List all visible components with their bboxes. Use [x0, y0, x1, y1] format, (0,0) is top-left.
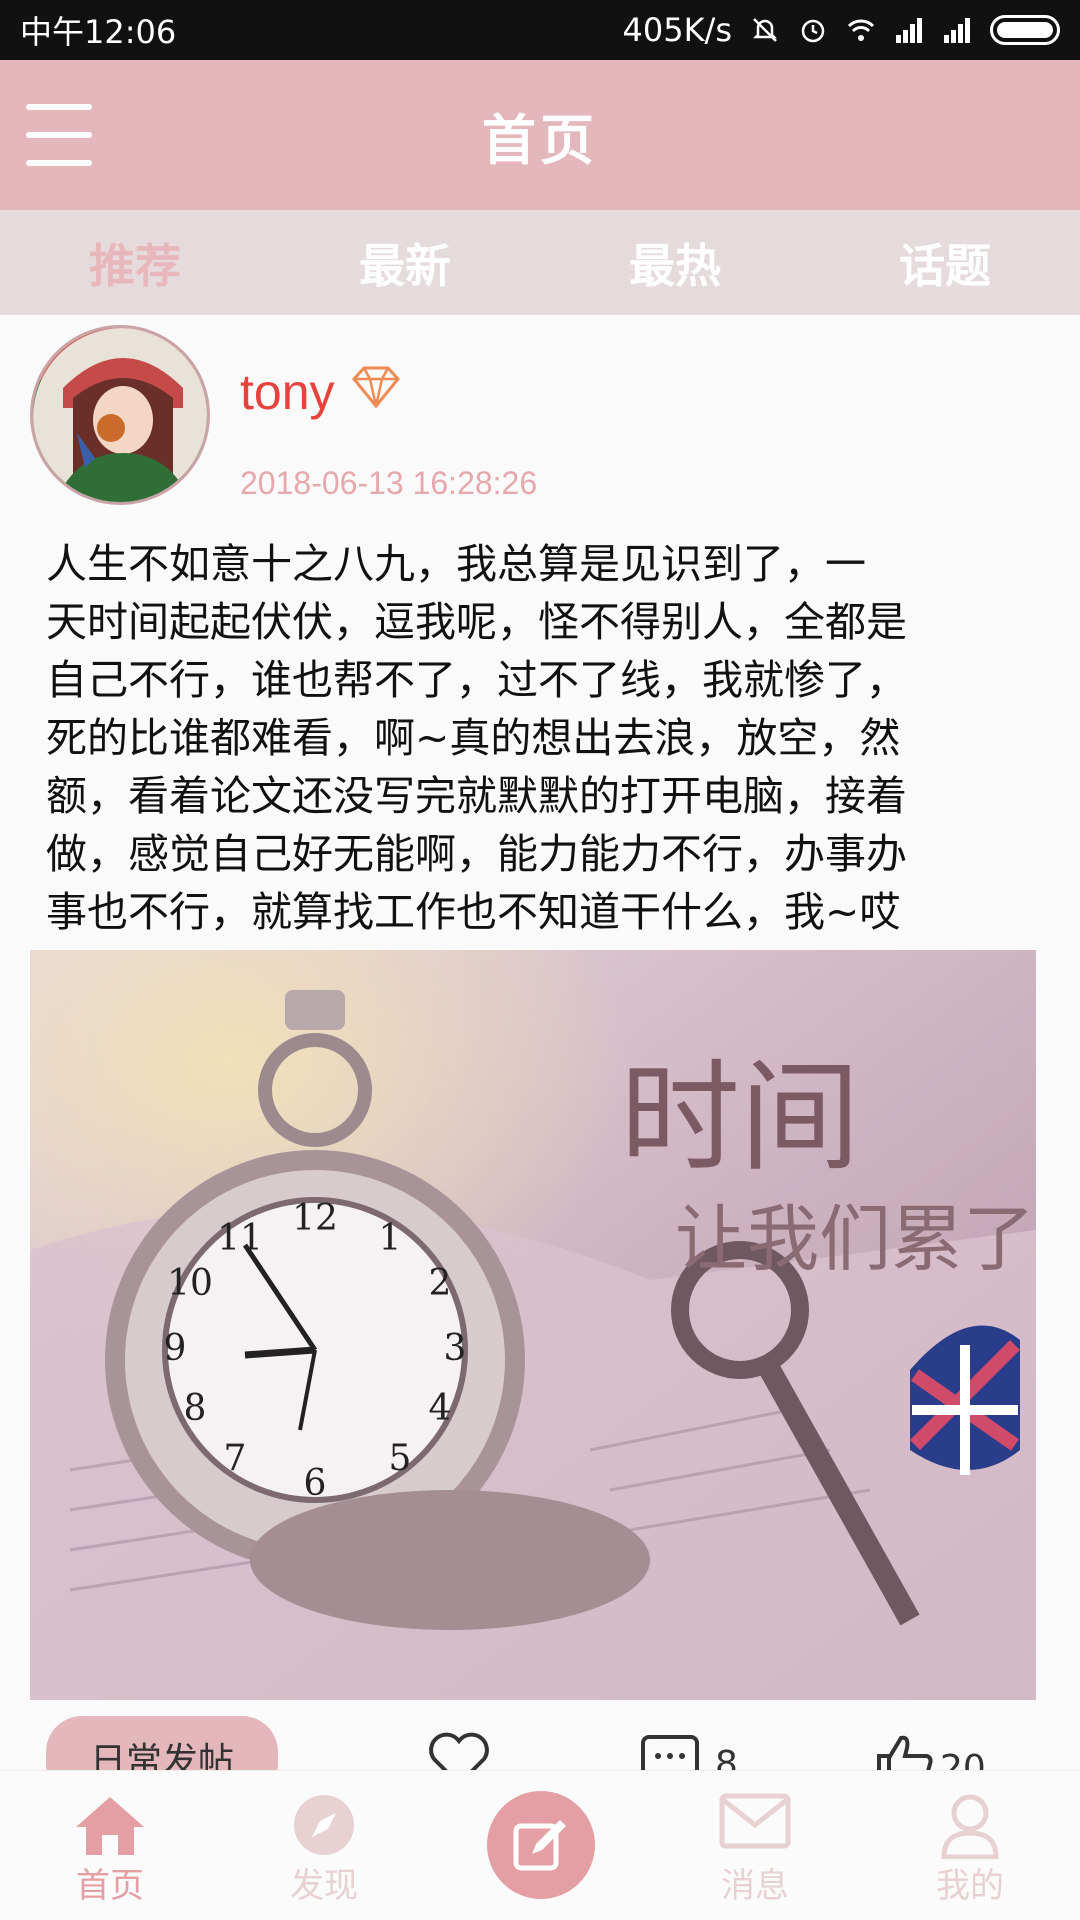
svg-text:10: 10 — [167, 1263, 213, 1304]
new-post-button[interactable] — [487, 1791, 595, 1899]
nav-discover-label: 发现 — [290, 1866, 358, 1906]
svg-text:12: 12 — [292, 1198, 338, 1239]
svg-text:9: 9 — [164, 1328, 187, 1369]
screen: 中午12:06 405K/s 首页 推荐 最新 最热 话题 tony 2018-… — [0, 0, 1080, 1920]
svg-text:7: 7 — [224, 1438, 247, 1479]
post-content[interactable]: 人生不如意十之八九，我总算是见识到了，一 天时间起起伏伏，逗我呢，怪不得别人，全… — [46, 535, 1036, 941]
post-line: 天时间起起伏伏，逗我呢，怪不得别人，全都是 — [46, 598, 907, 646]
nav-home[interactable]: 首页 — [30, 1771, 190, 1920]
home-icon — [76, 1797, 144, 1855]
wifi-icon — [847, 19, 875, 41]
user-icon — [941, 1794, 999, 1859]
nav-discover[interactable]: 发现 — [244, 1771, 404, 1920]
image-caption-subtitle: 让我们累了 — [675, 1197, 1036, 1281]
post-timestamp: 2018-06-13 16:28:26 — [240, 465, 538, 501]
tab-latest[interactable]: 最新 — [270, 210, 540, 315]
nav-mine-label: 我的 — [936, 1866, 1004, 1906]
username[interactable]: tony — [240, 363, 335, 421]
menu-button[interactable] — [26, 104, 92, 166]
signal-icon — [896, 18, 922, 43]
tab-hottest[interactable]: 最热 — [540, 210, 810, 315]
alarm-icon — [801, 19, 825, 43]
app-header: 首页 — [0, 60, 1080, 210]
svg-text:6: 6 — [304, 1463, 327, 1504]
nav-mine[interactable]: 我的 — [890, 1771, 1050, 1920]
pocket-watch-illustration: 12 12 3 45 6 78 9 1011 — [30, 950, 1036, 1700]
category-tabs: 推荐 最新 最热 话题 — [0, 210, 1080, 315]
status-bar: 中午12:06 405K/s — [0, 0, 1080, 60]
status-time: 中午12:06 — [20, 13, 177, 51]
post-line: 事也不行，就算找工作也不知道干什么，我~哎 — [46, 888, 901, 936]
tab-topics[interactable]: 话题 — [810, 210, 1080, 315]
post-line: 额，看着论文还没写完就默默的打开电脑，接着 — [46, 772, 907, 820]
svg-text:4: 4 — [429, 1388, 452, 1429]
page-title: 首页 — [482, 108, 598, 172]
svg-text:2: 2 — [429, 1263, 452, 1304]
mail-icon — [719, 1793, 791, 1849]
post-line: 做，感觉自己好无能啊，能力能力不行，办事办 — [46, 830, 907, 878]
network-speed: 405K/s — [622, 11, 732, 49]
avatar[interactable] — [30, 325, 210, 505]
compass-icon — [294, 1795, 354, 1855]
svg-text:11: 11 — [217, 1218, 263, 1259]
avatar-illustration — [33, 328, 207, 502]
svg-text:3: 3 — [444, 1328, 467, 1369]
edit-icon — [513, 1820, 566, 1871]
nav-message[interactable]: 消息 — [675, 1771, 835, 1920]
diamond-icon — [352, 366, 400, 409]
battery-icon — [990, 15, 1060, 45]
svg-text:1: 1 — [379, 1218, 402, 1259]
status-indicators: 405K/s — [622, 11, 1060, 49]
post-line: 死的比谁都难看，啊~真的想出去浪，放空，然 — [46, 714, 901, 762]
image-caption-title: 时间 — [620, 1049, 860, 1188]
svg-text:5: 5 — [389, 1438, 412, 1479]
nav-message-label: 消息 — [721, 1866, 789, 1906]
post-header: tony 2018-06-13 16:28:26 — [0, 315, 1080, 525]
post-image[interactable]: 12 1 2 3 45 6 78 9 10 11 时间 让我们累了 — [30, 950, 1036, 1700]
bell-off-icon — [752, 18, 778, 42]
tab-recommend[interactable]: 推荐 — [0, 210, 270, 315]
nav-home-label: 首页 — [76, 1866, 144, 1906]
svg-text:8: 8 — [184, 1388, 207, 1429]
signal-icon-2 — [944, 18, 970, 43]
post-line: 人生不如意十之八九，我总算是见识到了，一 — [46, 540, 866, 588]
post-line: 自己不行，谁也帮不了，过不了线，我就惨了， — [46, 656, 907, 704]
bottom-nav: 首页 发现 消息 我的 — [0, 1770, 1080, 1920]
